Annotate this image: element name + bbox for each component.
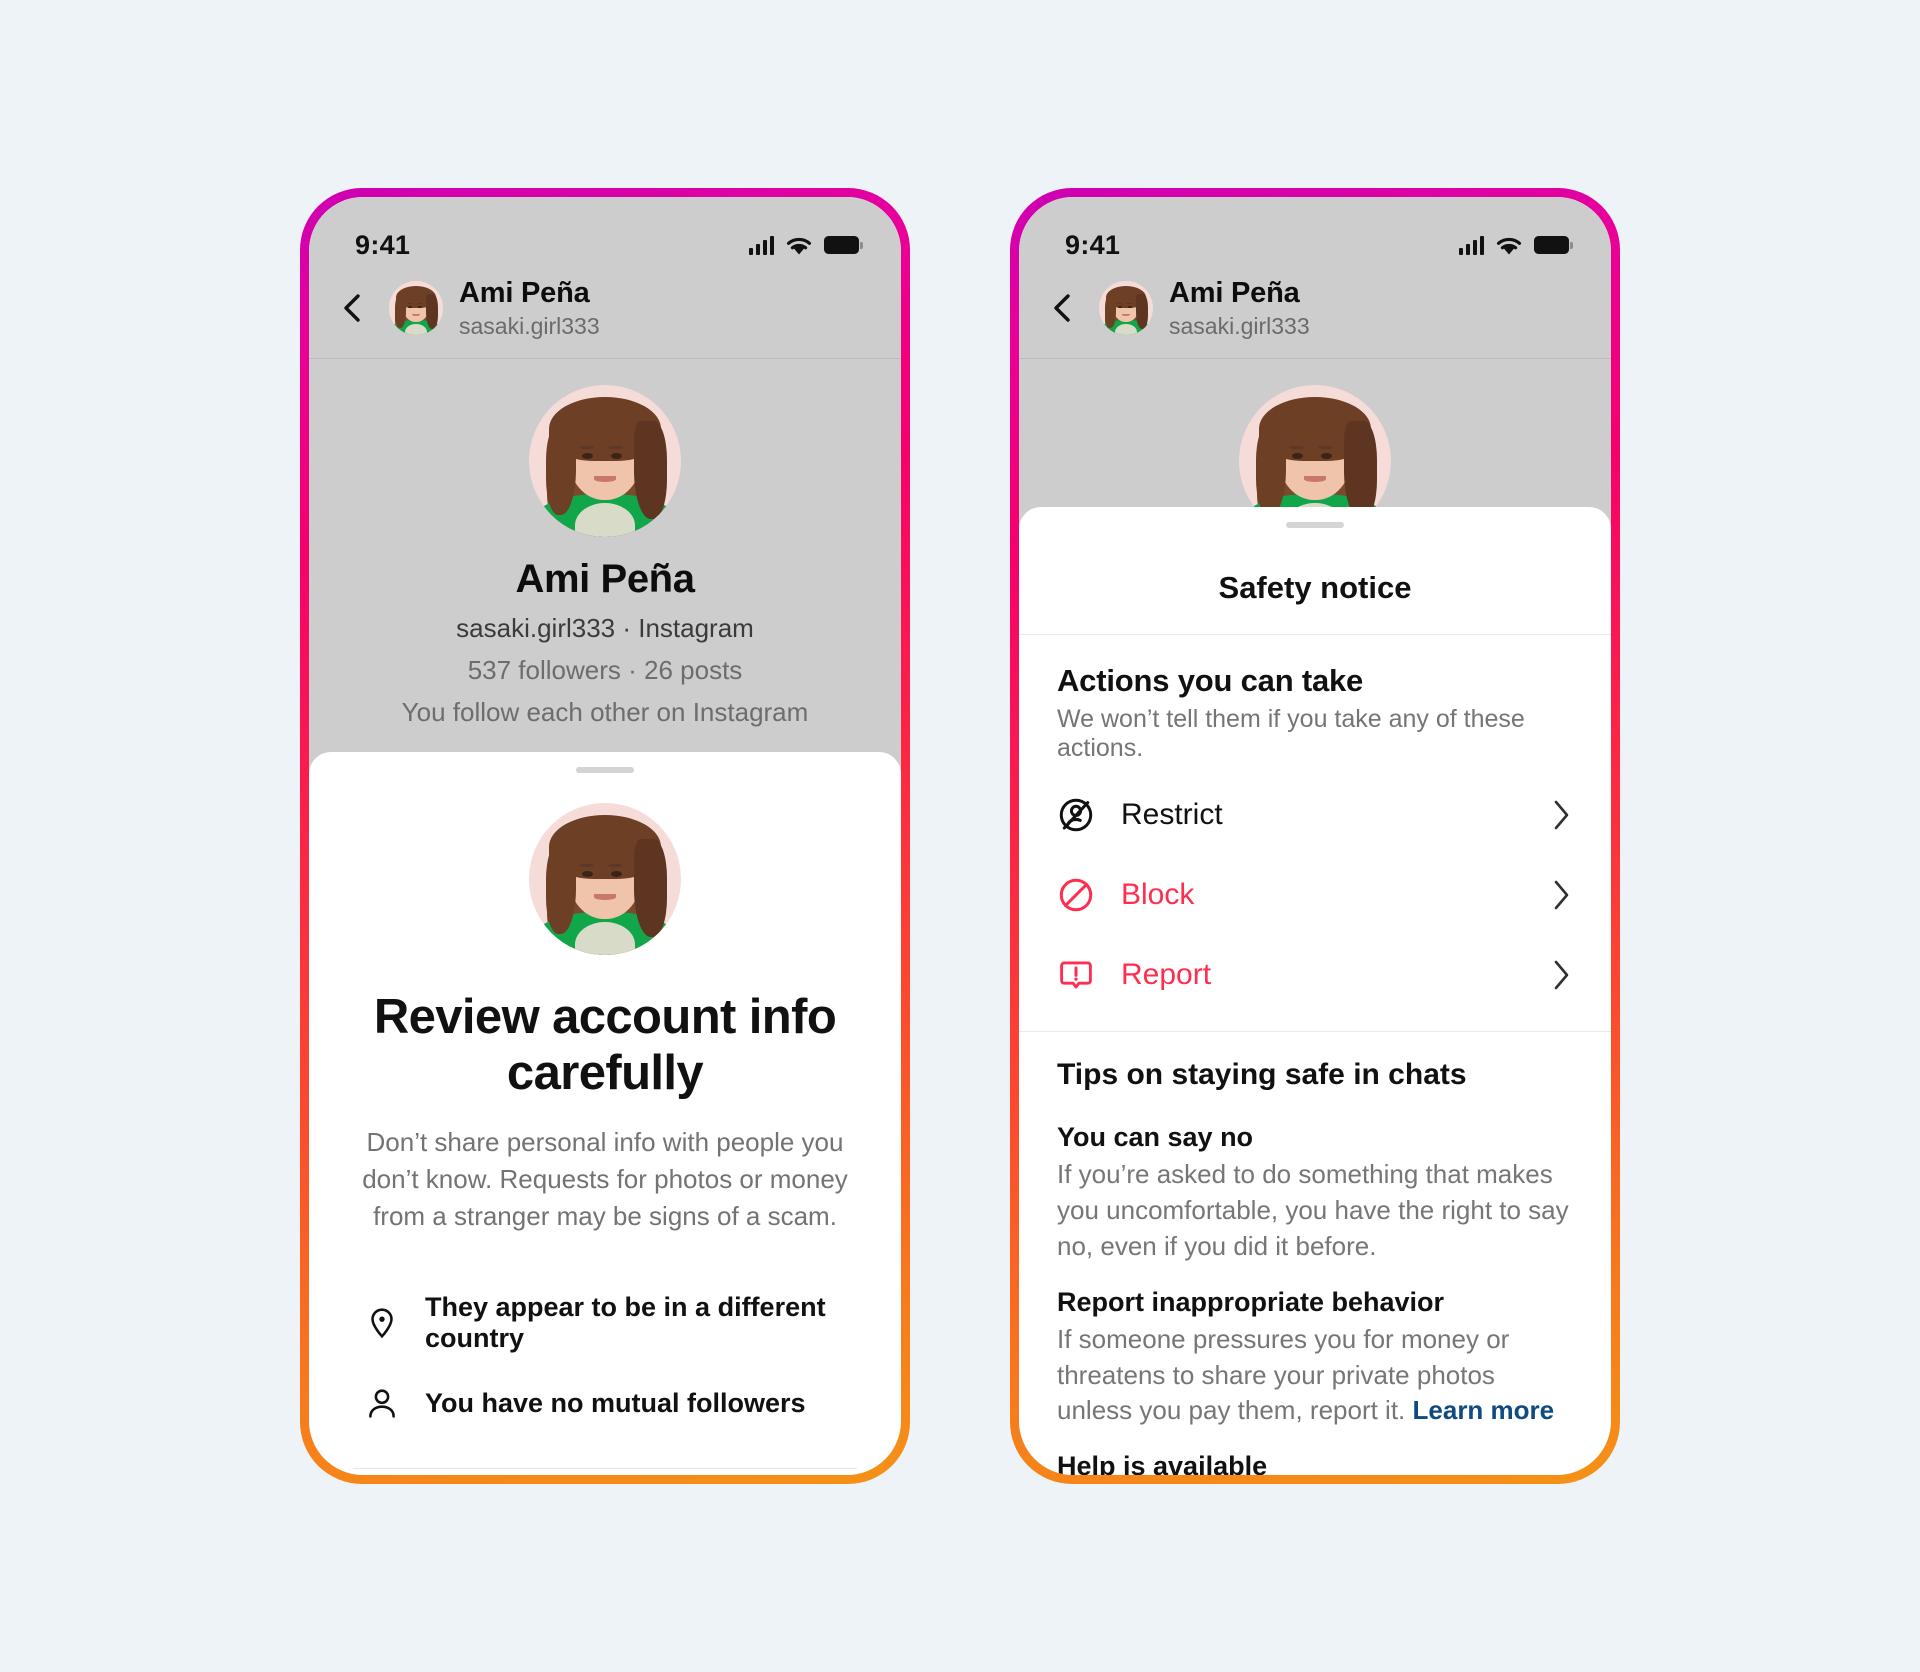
nav-identity[interactable]: Ami Peña sasaki.girl333	[1169, 277, 1310, 340]
safety-notice-sheet: Safety notice Actions you can take We wo…	[1019, 507, 1611, 1475]
wifi-icon	[785, 235, 813, 256]
chevron-right-icon	[1549, 958, 1573, 992]
sheet-body: Review account info carefully Don’t shar…	[309, 773, 901, 1470]
actions-subtitle: We won’t tell them if you take any of th…	[1057, 705, 1525, 762]
sheet-title: Review account info carefully	[373, 990, 837, 1101]
cellular-bars-icon	[748, 235, 774, 255]
phone-screen-left: 9:41 Ami Peña sasaki.girl333 Ami Peña sa…	[309, 197, 901, 1475]
wifi-icon	[1495, 235, 1523, 256]
person-icon	[365, 1386, 399, 1420]
profile-name: Ami Peña	[515, 556, 695, 601]
avatar-artwork	[1099, 281, 1153, 336]
actions-section-header: Actions you can take We won’t tell them …	[1057, 635, 1573, 763]
tip-body: If someone pressures you for money or th…	[1057, 1322, 1573, 1430]
tip-title: You can say no	[1057, 1122, 1254, 1152]
profile-avatar[interactable]	[529, 384, 681, 537]
phone-screen-right: 9:41 Ami Peña sasaki.girl333 Safety noti…	[1019, 197, 1611, 1475]
nav-title: Ami Peña	[1169, 277, 1300, 309]
list-item: You have no mutual followers	[365, 1370, 845, 1436]
screenshot-stage: 9:41 Ami Peña sasaki.girl333 Ami Peña sa…	[0, 0, 1920, 1672]
avatar[interactable]	[389, 281, 443, 336]
avatar-artwork	[389, 281, 443, 336]
profile-nav-bar: Ami Peña sasaki.girl333	[1019, 271, 1611, 359]
list-item-label: They appear to be in a different country	[425, 1292, 826, 1354]
tip-title: Help is available	[1057, 1451, 1268, 1475]
nav-title: Ami Peña	[459, 277, 590, 309]
battery-full-icon	[824, 236, 863, 254]
chevron-right-icon	[1549, 798, 1573, 832]
list-item: They appear to be in a different country	[365, 1276, 845, 1370]
tip-item: Help is available It's never your fault …	[1057, 1429, 1573, 1475]
tip-item: Report inappropriate behavior If someone…	[1057, 1265, 1573, 1430]
report-label: Report	[1121, 958, 1212, 991]
tip-title: Report inappropriate behavior	[1057, 1286, 1445, 1317]
status-indicators	[1458, 235, 1573, 256]
status-indicators	[748, 235, 863, 256]
battery-full-icon	[1534, 236, 1573, 254]
nav-subtitle: sasaki.girl333	[1169, 313, 1310, 340]
avatar[interactable]	[1099, 281, 1153, 336]
profile-relationship-line: You follow each other on Instagram	[401, 696, 809, 727]
status-bar: 9:41	[309, 197, 901, 271]
safety-notice-content: Actions you can take We won’t tell them …	[1019, 635, 1611, 1475]
actions-list: Restrict Block Report	[1057, 763, 1573, 1027]
location-pin-icon	[365, 1306, 399, 1340]
nav-identity[interactable]: Ami Peña sasaki.girl333	[459, 277, 600, 340]
tip-item: You can say no If you’re asked to do som…	[1057, 1100, 1573, 1265]
list-item-label: You have no mutual followers	[425, 1387, 806, 1418]
profile-stats-line: 537 followers · 26 posts	[467, 654, 743, 685]
restrict-row[interactable]: Restrict	[1057, 775, 1573, 855]
chevron-right-icon	[1549, 878, 1573, 912]
sheet-header-title: Safety notice	[1218, 570, 1412, 605]
profile-handle-line: sasaki.girl333 · Instagram	[456, 612, 754, 643]
restrict-icon	[1057, 796, 1095, 834]
sheet-description: Don’t share personal info with people yo…	[362, 1126, 848, 1231]
status-bar: 9:41	[1019, 197, 1611, 271]
sheet-avatar	[529, 803, 681, 955]
nav-subtitle: sasaki.girl333	[459, 313, 600, 340]
avatar-artwork	[529, 803, 681, 955]
phone-mockup-left: 9:41 Ami Peña sasaki.girl333 Ami Peña sa…	[300, 188, 910, 1484]
block-icon	[1057, 876, 1095, 914]
block-row[interactable]: Block	[1057, 855, 1573, 935]
risk-signal-list: They appear to be in a different country…	[353, 1276, 857, 1436]
phone-mockup-right: 9:41 Ami Peña sasaki.girl333 Safety noti…	[1010, 188, 1620, 1484]
profile-nav-bar: Ami Peña sasaki.girl333	[309, 271, 901, 359]
tips-heading: Tips on staying safe in chats	[1057, 1058, 1467, 1091]
review-account-sheet: Review account info carefully Don’t shar…	[309, 752, 901, 1475]
restrict-label: Restrict	[1121, 798, 1223, 831]
avatar-artwork	[529, 384, 681, 537]
report-icon	[1057, 956, 1095, 994]
sheet-actions: Actions you can take Dismiss	[309, 1469, 901, 1475]
back-chevron-icon[interactable]	[1043, 288, 1083, 328]
status-time: 9:41	[1065, 229, 1121, 260]
back-chevron-icon[interactable]	[333, 288, 373, 328]
actions-heading: Actions you can take	[1057, 663, 1364, 698]
learn-more-link[interactable]: Learn more	[1413, 1395, 1555, 1425]
status-time: 9:41	[355, 229, 411, 260]
sheet-header: Safety notice	[1019, 528, 1611, 635]
block-label: Block	[1121, 878, 1195, 911]
tip-body: If you’re asked to do something that mak…	[1057, 1159, 1569, 1261]
report-row[interactable]: Report	[1057, 935, 1573, 1015]
cellular-bars-icon	[1458, 235, 1484, 255]
